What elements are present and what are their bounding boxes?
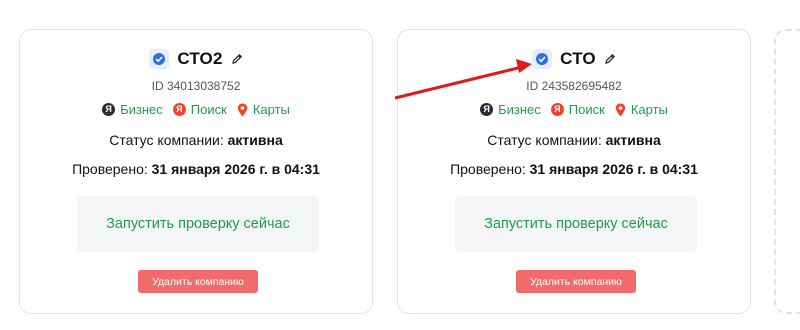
link-business[interactable]: Я Бизнес [102, 102, 163, 117]
link-label: Поиск [190, 102, 227, 117]
link-business[interactable]: Я Бизнес [480, 102, 541, 117]
verified-check-icon [532, 49, 553, 69]
company-status: Статус компании: активна [20, 132, 372, 148]
yandex-search-icon: Я [172, 103, 186, 116]
checked-label: Проверено: [450, 161, 526, 177]
company-name: СТО [560, 49, 596, 68]
checked-value: 31 января 2026 г. в 04:31 [529, 161, 698, 177]
delete-company-button[interactable]: Удалить компанию [516, 270, 636, 293]
link-label: Бизнес [498, 102, 541, 117]
pencil-icon[interactable] [604, 53, 616, 65]
service-links: Я Бизнес Я Поиск Карты [398, 102, 750, 117]
yandex-search-icon: Я [550, 103, 564, 116]
yandex-maps-pin-icon [615, 103, 626, 117]
company-status: Статус компании: активна [398, 132, 750, 148]
delete-company-button[interactable]: Удалить компанию [138, 270, 258, 293]
yandex-maps-pin-icon [237, 103, 248, 117]
verified-check-icon [149, 49, 170, 69]
checked-time: Проверено: 31 января 2026 г. в 04:31 [398, 161, 750, 177]
checked-value: 31 января 2026 г. в 04:31 [151, 161, 320, 177]
service-links: Я Бизнес Я Поиск Карты [20, 102, 372, 117]
company-card: СТО ID 243582695482 Я Бизнес Я Поиск Кар… [397, 29, 751, 314]
link-search[interactable]: Я Поиск [172, 102, 227, 117]
company-name: СТО2 [177, 49, 223, 68]
status-label: Статус компании: [487, 132, 602, 148]
link-label: Поиск [568, 102, 605, 117]
pencil-icon[interactable] [231, 53, 243, 65]
status-label: Статус компании: [109, 132, 224, 148]
status-value: активна [227, 132, 283, 148]
company-id: ID 243582695482 [526, 79, 622, 93]
link-maps[interactable]: Карты [237, 102, 290, 117]
company-title-row: СТО [398, 49, 750, 69]
link-label: Карты [630, 102, 668, 117]
link-maps[interactable]: Карты [615, 102, 668, 117]
link-label: Карты [252, 102, 290, 117]
yandex-business-icon: Я [102, 103, 116, 116]
status-value: активна [605, 132, 661, 148]
checked-time: Проверено: 31 января 2026 г. в 04:31 [20, 161, 372, 177]
yandex-business-icon: Я [480, 103, 494, 116]
run-check-button[interactable]: Запустить проверку сейчас [77, 196, 319, 252]
company-id: ID 34013038752 [151, 79, 241, 93]
company-card: СТО2 ID 34013038752 Я Бизнес Я Поиск Кар… [19, 29, 373, 314]
add-company-placeholder[interactable] [774, 29, 800, 314]
run-check-button[interactable]: Запустить проверку сейчас [455, 196, 697, 252]
checked-label: Проверено: [72, 161, 148, 177]
link-search[interactable]: Я Поиск [550, 102, 605, 117]
company-title-row: СТО2 [20, 49, 372, 69]
link-label: Бизнес [120, 102, 163, 117]
